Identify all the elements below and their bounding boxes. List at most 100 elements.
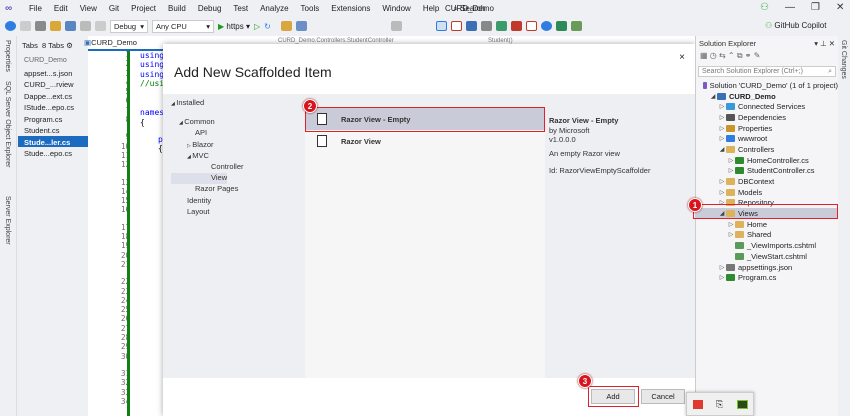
tree-node-properties[interactable]: ▷ Properties xyxy=(696,123,838,134)
tree-node-models[interactable]: ▷ Models xyxy=(696,187,838,198)
configuration-select[interactable]: Debug ▾ xyxy=(110,19,148,33)
run-button[interactable]: ▶ https ▾ xyxy=(218,22,250,31)
tree-item-mvc[interactable]: ◢ MVC xyxy=(171,151,244,162)
tree-node-dbcontext[interactable]: ▷ DBContext xyxy=(696,176,838,187)
toolbar-tool-icon[interactable] xyxy=(450,21,462,31)
back-icon[interactable] xyxy=(5,21,16,31)
tree-item-installed[interactable]: ◢ Installed xyxy=(171,98,244,109)
server-explorer-tab[interactable]: Server Explorer xyxy=(4,196,11,245)
tree-node-solution-curd-demo-1-of-1-project-[interactable]: Solution 'CURD_Demo' (1 of 1 project) xyxy=(696,80,838,91)
expand-arrow-icon[interactable]: ▷ xyxy=(718,135,726,142)
tree-node-shared[interactable]: ▷ Shared xyxy=(696,230,838,241)
tree-node-dependencies[interactable]: ▷ Dependencies xyxy=(696,112,838,123)
menu-debug[interactable]: Debug xyxy=(192,4,228,13)
menu-view[interactable]: View xyxy=(74,4,103,13)
menu-window[interactable]: Window xyxy=(376,4,416,13)
toolbar-tool-icon[interactable] xyxy=(435,21,447,31)
restore-button[interactable]: ❐ xyxy=(811,2,820,13)
gear-icon[interactable]: ⚙ xyxy=(66,41,73,50)
image-icon[interactable] xyxy=(570,21,582,31)
expand-arrow-icon[interactable]: ▷ xyxy=(727,157,735,164)
new-project-icon[interactable] xyxy=(35,21,46,31)
tree-node-connected-services[interactable]: ▷ Connected Services xyxy=(696,101,838,112)
toolbar-tool-icon[interactable] xyxy=(280,21,292,31)
open-icon[interactable] xyxy=(50,21,61,31)
toolbar-tool-icon[interactable] xyxy=(510,21,522,31)
expand-arrow-icon[interactable]: ▷ xyxy=(718,264,726,271)
document-tab[interactable]: IStude...epo.cs xyxy=(18,101,88,113)
tree-item-razor-pages[interactable]: Razor Pages xyxy=(171,184,244,195)
tree-item-layout[interactable]: Layout xyxy=(171,207,244,218)
expand-arrow-icon[interactable]: ▷ xyxy=(727,167,735,174)
expand-arrow-icon[interactable]: ▷ xyxy=(727,221,735,228)
nvidia-icon[interactable] xyxy=(737,400,748,409)
minimize-button[interactable]: — xyxy=(785,2,795,13)
document-tab[interactable]: appset...s.json xyxy=(18,67,88,79)
properties-tab[interactable]: Properties xyxy=(4,40,11,72)
expand-arrow-icon[interactable]: ◢ xyxy=(718,146,726,153)
menu-file[interactable]: File xyxy=(23,4,48,13)
github-copilot-button[interactable]: ⚇ GitHub Copilot xyxy=(765,21,826,30)
expand-arrow-icon[interactable]: ▷ xyxy=(718,114,726,121)
tray-app-icon[interactable] xyxy=(693,400,703,409)
document-tab[interactable]: Stude...ler.cs xyxy=(18,135,88,147)
git-changes-tab[interactable]: Git Changes xyxy=(840,40,847,79)
toolbar-tool-icon[interactable] xyxy=(525,21,537,31)
menu-edit[interactable]: Edit xyxy=(48,4,74,13)
tree-node-appsettings-json[interactable]: ▷ appsettings.json xyxy=(696,262,838,273)
document-tab[interactable]: Student.cs xyxy=(18,124,88,136)
menu-git[interactable]: Git xyxy=(103,4,125,13)
menu-tools[interactable]: Tools xyxy=(295,4,326,13)
menu-extensions[interactable]: Extensions xyxy=(325,4,376,13)
tree-node--viewimports-cshtml[interactable]: _ViewImports.cshtml xyxy=(696,240,838,251)
forward-icon[interactable] xyxy=(20,21,31,31)
cancel-button[interactable]: Cancel xyxy=(641,389,685,404)
solution-search-input[interactable]: Search Solution Explorer (Ctrl+;) ⌕ xyxy=(698,66,836,77)
undo-icon[interactable] xyxy=(80,21,91,31)
tree-node-controllers[interactable]: ◢ Controllers xyxy=(696,144,838,155)
tree-item-controller[interactable]: Controller xyxy=(171,162,244,173)
document-tab[interactable]: Dappe...ext.cs xyxy=(18,90,88,102)
document-tab[interactable]: CURD_...rview xyxy=(18,78,88,90)
tree-node-wwwroot[interactable]: ▷ wwwroot xyxy=(696,133,838,144)
toolbar-tool-icon[interactable] xyxy=(465,21,477,31)
tree-node--viewstart-cshtml[interactable]: _ViewStart.cshtml xyxy=(696,251,838,262)
save-all-icon[interactable] xyxy=(65,21,76,31)
tree-node-program-cs[interactable]: ▷ Program.cs xyxy=(696,272,838,283)
menu-build[interactable]: Build xyxy=(162,4,192,13)
expand-arrow-icon[interactable]: ▷ xyxy=(718,125,726,132)
toolbar-tool-icon[interactable] xyxy=(480,21,492,31)
refresh-icon[interactable]: ↻ xyxy=(264,22,271,31)
tree-node-studentcontroller-cs[interactable]: ▷ StudentController.cs xyxy=(696,166,838,177)
close-window-button[interactable]: ✕ xyxy=(836,2,844,13)
expand-arrow-icon[interactable]: ▷ xyxy=(718,189,726,196)
menu-project[interactable]: Project xyxy=(125,4,162,13)
menu-analyze[interactable]: Analyze xyxy=(254,4,294,13)
editor-tab-project[interactable]: ▣CURD_Demo xyxy=(84,38,137,49)
expand-arrow-icon[interactable]: ▷ xyxy=(727,231,735,238)
tree-item-api[interactable]: API xyxy=(171,128,244,139)
expand-arrow-icon[interactable]: ▷ xyxy=(718,103,726,110)
menu-test[interactable]: Test xyxy=(227,4,254,13)
toolbar-tool-icon[interactable] xyxy=(295,21,307,31)
toolbar-tool-icon[interactable] xyxy=(495,21,507,31)
bookmark-icon[interactable] xyxy=(390,21,402,31)
tree-item-blazor[interactable]: ▷ Blazor xyxy=(171,140,244,151)
redo-icon[interactable] xyxy=(95,21,106,31)
tree-node-curd-demo[interactable]: ◢ CURD_Demo xyxy=(696,91,838,102)
expand-arrow-icon[interactable]: ▷ xyxy=(718,178,726,185)
platform-select[interactable]: Any CPU ▾ xyxy=(152,19,214,33)
close-dialog-button[interactable]: × xyxy=(679,52,685,63)
document-tab[interactable]: Stude...epo.cs xyxy=(18,147,88,159)
toolbar-tool-icon[interactable] xyxy=(555,21,567,31)
menu-help[interactable]: Help xyxy=(417,4,445,13)
tray-device-icon[interactable]: ⎘ xyxy=(716,399,723,410)
tree-node-homecontroller-cs[interactable]: ▷ HomeController.cs xyxy=(696,155,838,166)
live-share-icon[interactable]: ⚇ xyxy=(760,2,769,13)
tree-item-view[interactable]: View xyxy=(171,173,228,185)
template-razor-view[interactable]: Razor View xyxy=(305,130,545,152)
pane-controls[interactable]: ▾ ⊥ ✕ xyxy=(814,39,835,48)
tree-item-identity[interactable]: Identity xyxy=(171,196,244,207)
expand-arrow-icon[interactable]: ▷ xyxy=(718,274,726,281)
expand-arrow-icon[interactable]: ◢ xyxy=(709,93,717,100)
